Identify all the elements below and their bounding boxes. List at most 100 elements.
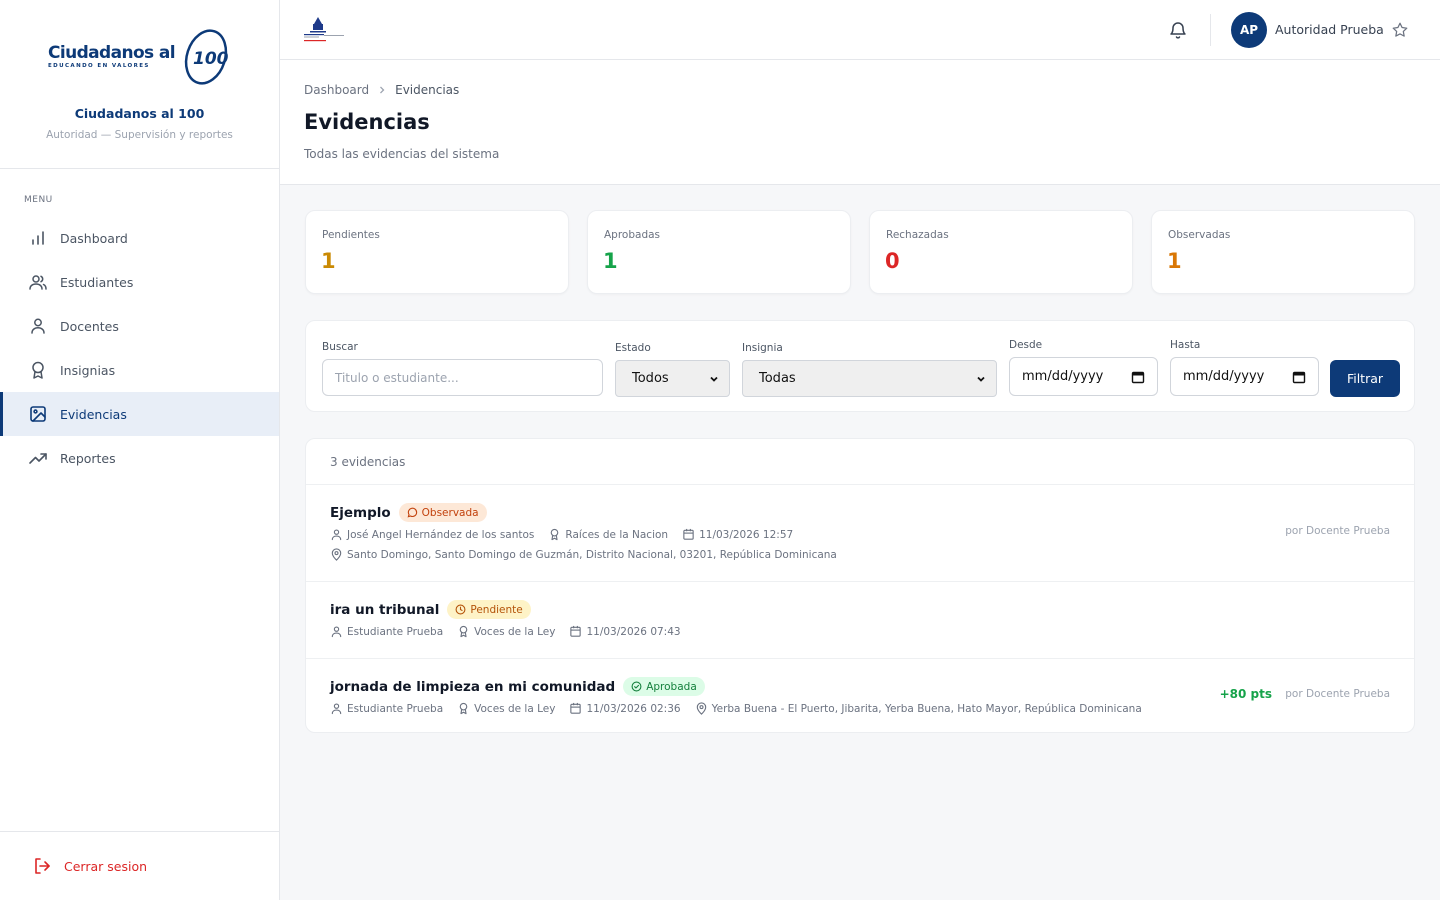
meta-location: Yerba Buena - El Puerto, Jibarita, Yerba… xyxy=(695,702,1142,715)
estado-label: Estado xyxy=(615,342,651,354)
points-awarded: +80 pts xyxy=(1219,687,1272,701)
list-item[interactable]: Ejemplo Observada José Angel Hernández d… xyxy=(306,485,1414,582)
hasta-label: Hasta xyxy=(1170,339,1201,351)
sidebar-item-label: Evidencias xyxy=(60,406,127,422)
award-icon xyxy=(551,528,559,541)
avatar[interactable]: AP xyxy=(1231,12,1267,48)
meta-student-name: Estudiante Prueba xyxy=(347,702,444,715)
evidence-list: 3 evidencias Ejemplo Observada José Ange… xyxy=(305,438,1415,733)
sidebar-item-reportes[interactable]: Reportes xyxy=(0,436,279,480)
chevron-down-icon xyxy=(977,376,985,382)
estado-select[interactable]: Todos xyxy=(615,360,730,397)
evidence-meta: Estudiante Prueba Voces de la Ley 11/03/… xyxy=(330,702,1142,715)
sidebar-item-docentes[interactable]: Docentes xyxy=(0,304,279,348)
evidence-title-row: Ejemplo Observada xyxy=(330,503,487,522)
message-circle-icon xyxy=(407,507,417,518)
search-label: Buscar xyxy=(322,341,358,353)
page-title: Evidencias xyxy=(304,110,430,134)
page-header: Dashboard Evidencias Evidencias Todas la… xyxy=(280,60,1440,185)
meta-date: 11/03/2026 12:57 xyxy=(682,528,793,541)
brand-description: Autoridad — Supervisión y reportes xyxy=(46,129,233,141)
meta-badge: Raíces de la Nacion xyxy=(548,528,668,541)
estado-select-value: Todos xyxy=(632,371,669,386)
sidebar-item-estudiantes[interactable]: Estudiantes xyxy=(0,260,279,304)
stat-card-aprobadas: Aprobadas 1 xyxy=(587,210,851,294)
calendar-icon[interactable] xyxy=(1131,370,1145,384)
status-badge: Pendiente xyxy=(447,600,531,619)
sidebar-item-evidencias[interactable]: Evidencias xyxy=(0,392,279,436)
evidence-title[interactable]: Ejemplo xyxy=(330,505,391,521)
stat-card-rechazadas: Rechazadas 0 xyxy=(869,210,1133,294)
calendar-icon[interactable] xyxy=(1292,370,1306,384)
meta-date-value: 11/03/2026 07:43 xyxy=(586,625,681,638)
logout-icon xyxy=(35,858,50,874)
award-icon xyxy=(32,361,44,379)
sidebar-item-label: Insignias xyxy=(60,362,116,378)
filters-panel: Buscar Titulo o estudiante... Estado Tod… xyxy=(305,320,1415,412)
app-logo[interactable]: Ciudadanos al EDUCANDO EN VALORES 100 xyxy=(48,24,231,90)
award-icon xyxy=(459,625,468,638)
meta-date: 11/03/2026 02:36 xyxy=(569,702,681,715)
stat-label: Observadas xyxy=(1168,229,1231,241)
sidebar-item-label: Estudiantes xyxy=(60,274,134,290)
meta-badge-name: Voces de la Ley xyxy=(474,702,556,715)
sidebar-item-dashboard[interactable]: Dashboard xyxy=(0,216,279,260)
evidence-title[interactable]: ira un tribunal xyxy=(330,602,439,618)
logout-button[interactable]: Cerrar sesion xyxy=(0,831,279,900)
desde-date-input[interactable]: mm/dd/yyyy xyxy=(1009,357,1158,396)
breadcrumb-dashboard[interactable]: Dashboard xyxy=(304,83,369,97)
stat-value: 1 xyxy=(603,249,618,273)
star-icon[interactable] xyxy=(1391,21,1409,39)
logo-number: 100 xyxy=(193,49,229,69)
evidence-count: 3 evidencias xyxy=(306,439,1414,485)
desde-label: Desde xyxy=(1009,339,1043,351)
stat-value: 1 xyxy=(1167,249,1182,273)
status-badge-label: Observada xyxy=(421,506,479,519)
evidence-meta: José Angel Hernández de los santos Raíce… xyxy=(330,528,793,541)
topbar: AP Autoridad Prueba xyxy=(280,0,1440,60)
meta-date-value: 11/03/2026 02:36 xyxy=(586,702,681,715)
evidence-title[interactable]: jornada de limpieza en mi comunidad xyxy=(330,679,615,695)
stat-card-pendientes: Pendientes 1 xyxy=(305,210,569,294)
evidence-title-row: jornada de limpieza en mi comunidad Apro… xyxy=(330,677,705,696)
users-icon xyxy=(29,275,47,290)
chevron-down-icon xyxy=(710,376,718,382)
chevron-right-icon xyxy=(380,86,385,94)
list-item[interactable]: ira un tribunal Pendiente Estudiante Pru… xyxy=(306,582,1414,659)
bell-icon[interactable] xyxy=(1168,20,1188,40)
hasta-date-value: mm/dd/yyyy xyxy=(1183,369,1265,384)
sidebar-item-insignias[interactable]: Insignias xyxy=(0,348,279,392)
reviewed-by: por Docente Prueba xyxy=(1285,525,1390,537)
evidence-location-row: Santo Domingo, Santo Domingo de Guzmán, … xyxy=(330,548,837,561)
stat-label: Aprobadas xyxy=(604,229,661,241)
insignia-label: Insignia xyxy=(742,342,783,354)
sidebar-item-label: Dashboard xyxy=(60,230,128,246)
reviewed-by: por Docente Prueba xyxy=(1285,688,1390,700)
list-item[interactable]: jornada de limpieza en mi comunidad Apro… xyxy=(306,659,1414,732)
bar-chart-icon xyxy=(32,231,44,245)
meta-student-name: José Angel Hernández de los santos xyxy=(347,528,535,541)
check-circle-icon xyxy=(631,681,642,692)
search-input[interactable]: Titulo o estudiante... xyxy=(322,359,603,396)
menu-label: MENU xyxy=(24,195,53,205)
image-icon xyxy=(30,406,46,422)
clock-icon xyxy=(455,604,466,615)
filter-button[interactable]: Filtrar xyxy=(1330,360,1400,397)
evidence-meta: Estudiante Prueba Voces de la Ley 11/03/… xyxy=(330,625,681,638)
hasta-date-input[interactable]: mm/dd/yyyy xyxy=(1170,357,1319,396)
status-badge-label: Pendiente xyxy=(470,603,523,616)
breadcrumb-current: Evidencias xyxy=(395,83,460,97)
logout-label: Cerrar sesion xyxy=(64,858,148,874)
insignia-select[interactable]: Todas xyxy=(742,360,997,397)
status-badge-label: Aprobada xyxy=(646,680,697,693)
logo-sub-text: EDUCANDO EN VALORES xyxy=(47,63,150,69)
sidebar-item-label: Reportes xyxy=(60,450,116,466)
meta-badge: Voces de la Ley xyxy=(457,702,555,715)
meta-student-name: Estudiante Prueba xyxy=(347,625,444,638)
insignia-select-value: Todas xyxy=(759,371,796,386)
brand-name: Ciudadanos al 100 xyxy=(74,106,205,121)
user-name[interactable]: Autoridad Prueba xyxy=(1275,22,1384,37)
stat-card-observadas: Observadas 1 xyxy=(1151,210,1415,294)
sidebar-nav: Dashboard Estudiantes Docentes Insignias… xyxy=(0,216,279,480)
stat-value: 1 xyxy=(321,249,336,273)
